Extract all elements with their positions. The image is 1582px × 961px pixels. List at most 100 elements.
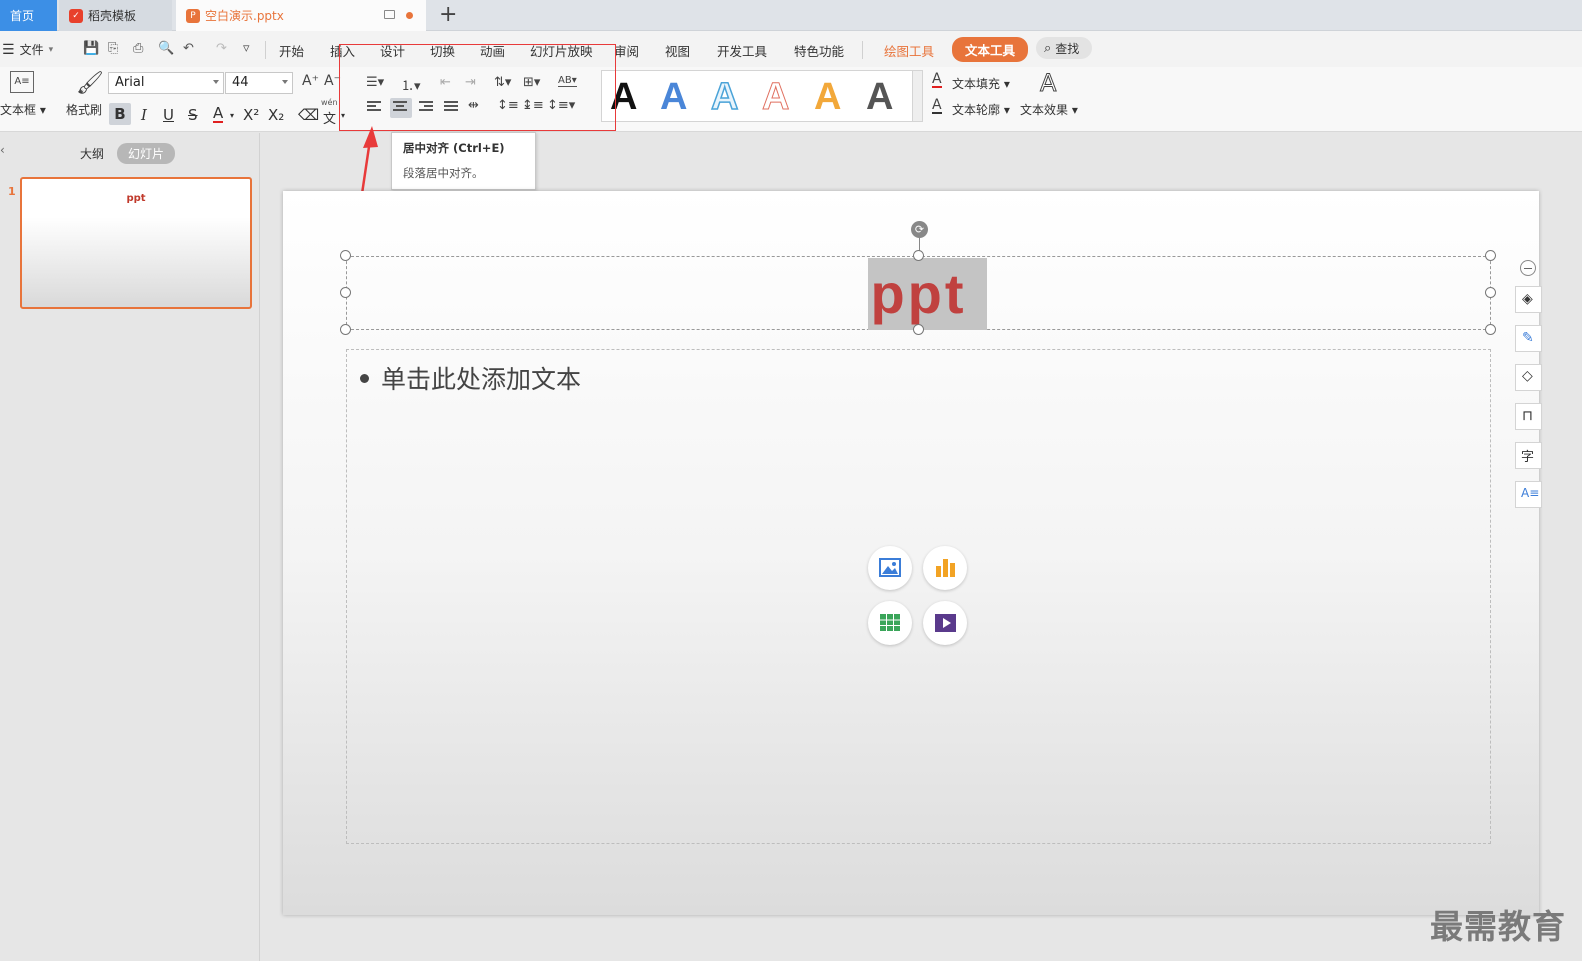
content-placeholder[interactable]: 单击此处添加文本	[346, 349, 1491, 844]
text-styles-scroll[interactable]	[912, 70, 923, 122]
text-effect-icon[interactable]: A	[1039, 69, 1056, 98]
font-size-value: 44	[232, 75, 249, 90]
menu-home[interactable]: 开始	[279, 41, 304, 60]
text-style-blue-outline[interactable]: A	[710, 74, 739, 120]
search-button[interactable]: ⌕ 查找	[1036, 37, 1092, 59]
tab-slides[interactable]: 幻灯片	[117, 143, 176, 164]
menu-special-features[interactable]: 特色功能	[794, 41, 844, 60]
text-style-orange[interactable]: A	[814, 74, 841, 120]
insert-video-button[interactable]	[923, 601, 967, 645]
tab-document-label: 空白演示.pptx	[205, 9, 284, 23]
menu-bar: ☰ 文件 ▾ 💾 ⎘ ⎙ 🔍 ↶ ↷ ▿ 开始 插入 设计 切换 动画 幻灯片放…	[0, 31, 1582, 67]
text-style-blue[interactable]: A	[660, 74, 687, 120]
text-effect-button[interactable]: 文本效果 ▾	[1020, 101, 1078, 118]
rotate-handle-icon[interactable]: ⟳	[911, 221, 928, 238]
tab-template-label: 稻壳模板	[88, 9, 137, 23]
resize-handle-top[interactable]	[913, 250, 924, 261]
resize-handle-top-left[interactable]	[340, 250, 351, 261]
subscript-button[interactable]: X₂	[268, 106, 284, 124]
format-painter-button[interactable]: 格式刷	[66, 101, 102, 118]
underline-button[interactable]: U	[163, 106, 174, 124]
text-outline-button[interactable]: 文本轮廓 ▾	[952, 101, 1010, 118]
tab-document[interactable]: P 空白演示.pptx	[176, 0, 426, 31]
chevron-down-icon[interactable]: ▾	[230, 111, 234, 120]
text-fill-icon[interactable]: A	[932, 72, 942, 88]
watermark-logo: 最需教育	[1430, 907, 1566, 946]
text-outline-label: 文本轮廓	[952, 103, 1001, 117]
frame-tool-button[interactable]: ⊓	[1515, 403, 1542, 430]
format-painter-icon[interactable]: 🖌	[76, 71, 104, 96]
align-center-tooltip: 居中对齐 (Ctrl+E) 段落居中对齐。	[391, 132, 536, 190]
menu-text-tools[interactable]: 文本工具	[952, 37, 1029, 62]
increase-font-icon[interactable]: A⁺	[302, 73, 319, 89]
font-color-button[interactable]: A	[213, 106, 224, 123]
superscript-button[interactable]: X²	[243, 106, 259, 124]
resize-handle-bottom[interactable]	[913, 324, 924, 335]
insert-chart-button[interactable]	[923, 546, 967, 590]
collapse-tools-icon[interactable]	[1520, 260, 1536, 276]
print-icon[interactable]: ⎙	[133, 41, 143, 56]
text-outline-icon[interactable]: A	[932, 98, 942, 114]
frame-icon: ⊓	[1522, 408, 1533, 424]
character-icon: 字	[1521, 450, 1535, 465]
file-menu-label: 文件	[19, 43, 44, 57]
pen-icon: ✎	[1522, 330, 1534, 346]
textbox-icon[interactable]: A≡	[10, 71, 34, 93]
divider	[265, 41, 266, 59]
text-fill-button[interactable]: 文本填充 ▾	[952, 75, 1010, 92]
collapse-panel-icon[interactable]: ‹	[0, 143, 5, 157]
arrange-layers-button[interactable]: ◈	[1515, 286, 1542, 313]
italic-button[interactable]: I	[141, 106, 147, 124]
font-name-select[interactable]: Arial	[108, 72, 224, 94]
tab-template[interactable]: ✓ 稻壳模板	[59, 0, 172, 31]
slide-canvas[interactable]: ⟳ ppt 单击此处添加文本	[283, 191, 1539, 915]
customize-quick-access-icon[interactable]: ▿	[243, 41, 250, 56]
tooltip-title: 居中对齐 (Ctrl+E)	[403, 141, 505, 155]
insert-table-button[interactable]	[868, 601, 912, 645]
title-placeholder[interactable]: ppt	[346, 256, 1491, 330]
tab-home[interactable]: 首页	[0, 0, 57, 31]
print-preview-icon[interactable]: 🔍	[158, 41, 174, 56]
resize-handle-bottom-right[interactable]	[1485, 324, 1496, 335]
picture-icon	[879, 558, 901, 577]
insert-picture-button[interactable]	[868, 546, 912, 590]
slide-thumbnail[interactable]: ppt	[20, 177, 252, 309]
bold-button[interactable]: B	[109, 103, 131, 125]
redo-icon[interactable]: ↷	[216, 41, 227, 56]
slide-title[interactable]: ppt	[347, 257, 1490, 331]
search-icon: ⌕	[1044, 40, 1052, 56]
docer-logo-icon: ✓	[69, 8, 83, 23]
textbox-label: 文本框	[0, 103, 37, 117]
menu-drawing-tools[interactable]: 绘图工具	[884, 41, 934, 60]
export-icon[interactable]: ⎘	[108, 41, 118, 56]
textbox-button[interactable]: 文本框 ▾	[0, 101, 46, 118]
text-style-red-outline[interactable]: A	[761, 74, 789, 120]
menu-review[interactable]: 审阅	[614, 41, 639, 60]
resize-handle-right[interactable]	[1485, 287, 1496, 298]
slide-number: 1	[8, 185, 16, 198]
content-placeholder-text[interactable]: 单击此处添加文本	[381, 360, 581, 396]
resize-handle-top-right[interactable]	[1485, 250, 1496, 261]
text-styles-gallery[interactable]: A A A A A A	[601, 70, 921, 122]
strikethrough-button[interactable]: S	[188, 106, 198, 124]
pinyin-guide-button[interactable]: 文	[323, 108, 336, 127]
character-tool-button[interactable]: 字	[1515, 442, 1542, 469]
resize-handle-left[interactable]	[340, 287, 351, 298]
font-size-select[interactable]: 44	[225, 72, 293, 94]
menu-view[interactable]: 视图	[665, 41, 690, 60]
save-icon[interactable]: 💾	[83, 41, 99, 56]
tab-outline[interactable]: 大纲	[80, 145, 104, 162]
file-menu[interactable]: ☰ 文件 ▾	[2, 41, 53, 58]
clear-format-icon[interactable]: ⌫	[298, 106, 319, 124]
undo-icon[interactable]: ↶	[183, 41, 194, 56]
resize-handle-bottom-left[interactable]	[340, 324, 351, 335]
new-tab-plus-icon[interactable]: +	[439, 3, 457, 27]
menu-developer[interactable]: 开发工具	[717, 41, 767, 60]
text-style-tool-button[interactable]: A≡	[1515, 481, 1542, 508]
text-style-gray[interactable]: A	[866, 74, 893, 120]
bar-chart-icon	[936, 559, 955, 577]
fill-tool-button[interactable]: ◇	[1515, 364, 1542, 391]
pen-tool-button[interactable]: ✎	[1515, 325, 1542, 352]
monitor-icon[interactable]	[384, 10, 395, 19]
chevron-down-icon	[213, 80, 219, 84]
